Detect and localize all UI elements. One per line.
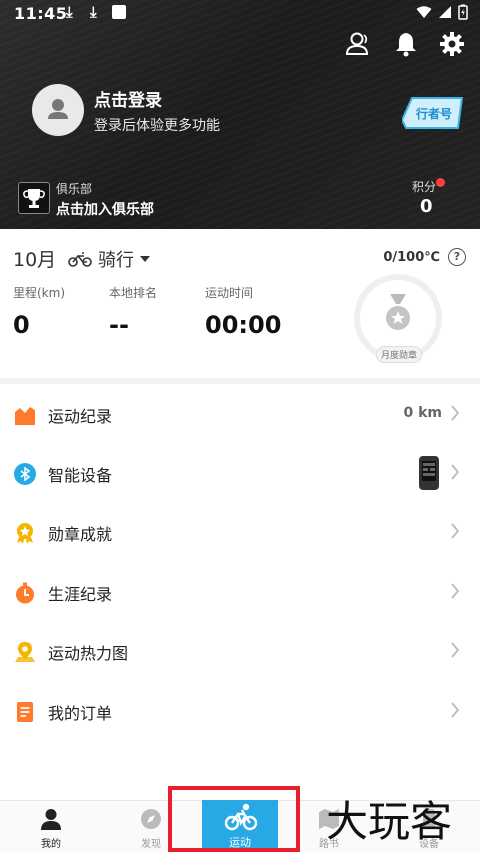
mileage-value: 0	[13, 311, 30, 339]
notification-icon	[112, 5, 126, 19]
chevron-right-icon	[451, 464, 460, 480]
menu-item-career-records[interactable]: 生涯纪录	[0, 562, 480, 622]
help-icon[interactable]: ?	[448, 248, 466, 266]
compass-icon	[141, 809, 161, 829]
medal-icon	[17, 523, 33, 544]
download-icon: ⤓	[90, 3, 97, 21]
chevron-right-icon	[451, 523, 460, 539]
menu-label: 运动纪录	[48, 407, 113, 426]
chevron-right-icon	[451, 702, 460, 718]
menu-label: 运动热力图	[48, 644, 129, 663]
join-club-link[interactable]: 点击加入俱乐部	[56, 199, 154, 219]
mileage-label: 里程(km)	[13, 286, 66, 300]
status-bar: 11:45 ⤓ ⤓	[0, 0, 480, 28]
download-icon: ⤓	[66, 3, 73, 21]
monthly-medal[interactable]: 月度勋章	[354, 274, 442, 363]
battery-icon	[458, 4, 468, 20]
map-pin-icon	[15, 642, 35, 662]
duration-stat: 运动时间 00:00	[205, 284, 281, 339]
bell-icon[interactable]	[392, 30, 420, 58]
menu-item-heatmap[interactable]: 运动热力图	[0, 621, 480, 681]
order-icon	[17, 702, 33, 722]
rider-id-badge[interactable]: 行者号	[402, 96, 464, 130]
login-title[interactable]: 点击登录	[94, 86, 162, 111]
total-distance: 0 km	[403, 405, 442, 421]
bike-computer-icon	[419, 456, 439, 490]
profile-header: 11:45 ⤓ ⤓ 点击登录 登录后体验更多功能 行者号 俱乐部 点击加入俱乐部…	[0, 0, 480, 229]
menu-label: 勋章成就	[48, 525, 113, 544]
menu-label: 我的订单	[48, 704, 113, 723]
highlight-frame	[168, 786, 300, 852]
user-icon	[41, 809, 61, 830]
trophy-icon[interactable]	[18, 182, 50, 214]
settings-gear-icon[interactable]	[438, 30, 466, 58]
points-value: 0	[420, 196, 433, 217]
stopwatch-icon	[16, 582, 34, 604]
wifi-icon	[416, 5, 432, 18]
menu-item-workout-records[interactable]: 运动纪录 0 km	[0, 384, 480, 444]
rider-id-label: 行者号	[416, 107, 453, 121]
club-label: 俱乐部	[56, 182, 93, 196]
user-silhouette-icon	[48, 99, 68, 119]
tab-label: 我的	[41, 839, 61, 850]
bluetooth-icon	[14, 463, 36, 485]
mileage-stat: 里程(km) 0	[13, 284, 65, 339]
duration-label: 运动时间	[205, 286, 254, 300]
chevron-right-icon	[451, 583, 460, 599]
points-label[interactable]: 积分	[412, 178, 436, 195]
bicycle-icon	[68, 252, 92, 267]
month-selector[interactable]: 10月	[13, 245, 56, 272]
chevron-right-icon	[451, 642, 460, 658]
caret-down-icon	[140, 256, 150, 262]
status-time: 11:45	[14, 4, 68, 23]
temperature-readout: 0/100℃	[383, 250, 440, 265]
chevron-right-icon	[451, 405, 460, 421]
menu-item-my-orders[interactable]: 我的订单	[0, 681, 480, 741]
sport-type-selector[interactable]: 骑行	[68, 246, 150, 272]
login-subtitle: 登录后体验更多功能	[94, 118, 220, 134]
menu-label: 生涯纪录	[48, 585, 113, 604]
menu-item-medal-achievements[interactable]: 勋章成就	[0, 502, 480, 562]
watermark-logo: 大玩客	[326, 797, 452, 844]
menu-label: 智能设备	[48, 466, 113, 485]
chart-icon	[15, 407, 35, 425]
rank-label: 本地排名	[109, 286, 158, 300]
sport-type-label: 骑行	[98, 250, 134, 271]
friends-icon[interactable]	[344, 30, 372, 58]
signal-icon	[439, 6, 451, 18]
menu-item-smart-devices[interactable]: 智能设备	[0, 443, 480, 503]
medal-icon	[386, 294, 410, 330]
duration-value: 00:00	[205, 311, 282, 339]
medal-label: 月度勋章	[376, 346, 423, 363]
avatar[interactable]	[32, 84, 84, 136]
tab-mine[interactable]: 我的	[16, 801, 86, 852]
rank-stat: 本地排名 --	[109, 284, 157, 339]
rank-value: --	[109, 311, 129, 339]
svg-text:大玩客: 大玩客	[326, 797, 452, 844]
red-dot-badge	[436, 178, 445, 187]
